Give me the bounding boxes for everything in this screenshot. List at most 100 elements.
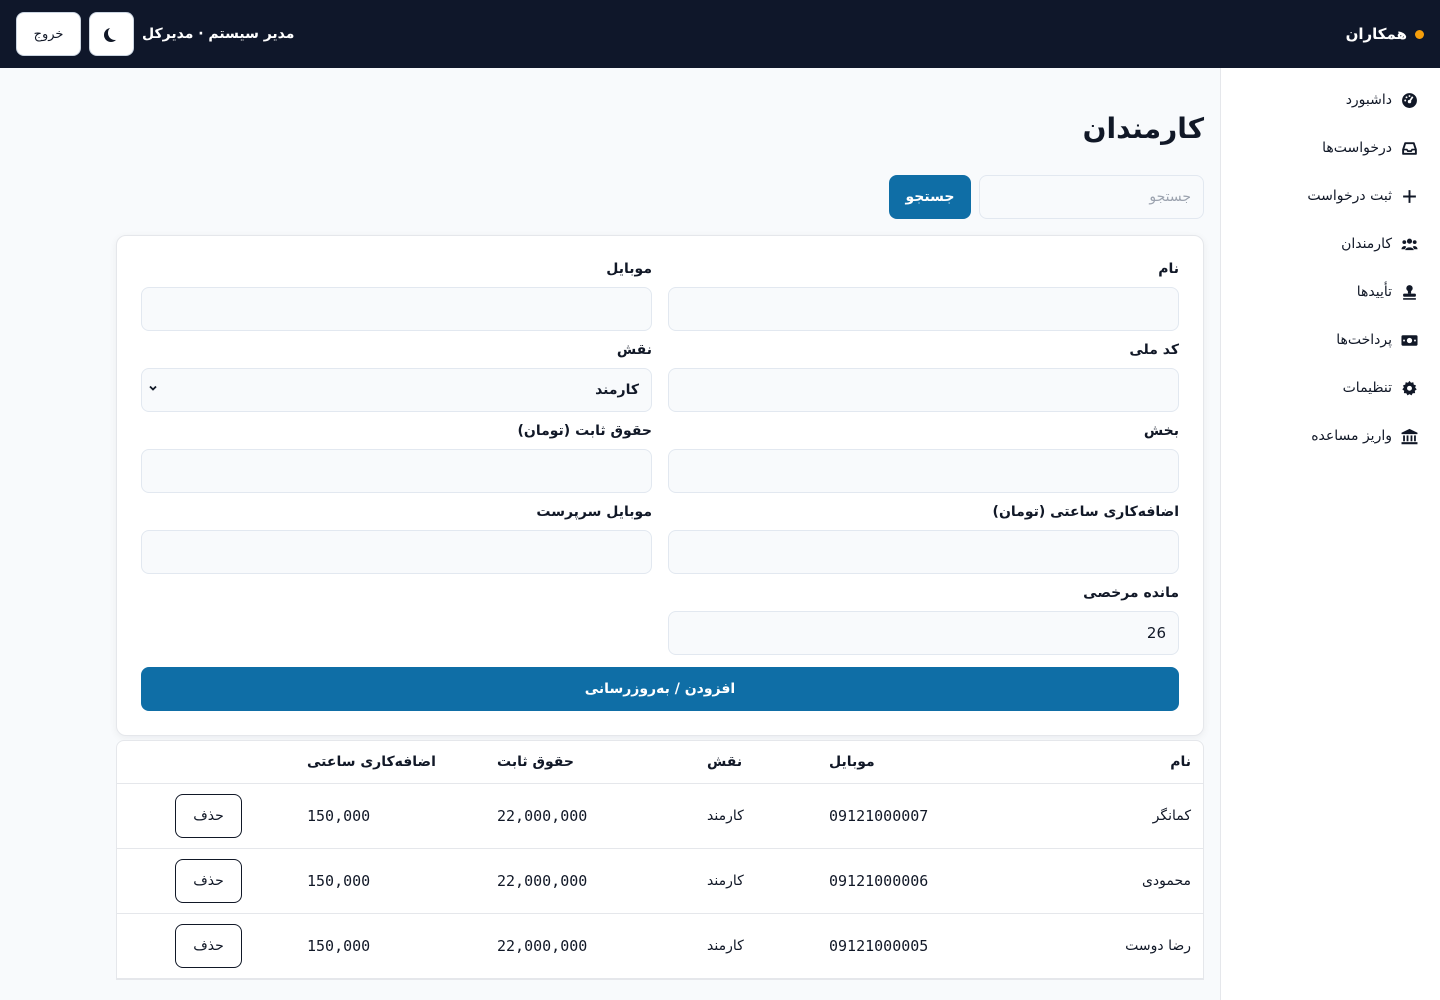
sidebar: داشبورد درخواست‌ها ثبت درخواست کارمندان … (1220, 68, 1440, 1000)
submit-button[interactable]: افزودن / به‌روزرسانی (141, 667, 1179, 711)
delete-button[interactable]: حذف (175, 858, 242, 903)
sidebar-item-label: تأییدها (1356, 284, 1392, 300)
search-bar: جستجو (116, 175, 1204, 219)
supervisor-mobile-input[interactable] (141, 530, 652, 574)
mobile-field: موبایل (141, 260, 652, 331)
cell-actions: حذف (117, 783, 295, 849)
cell-overtime: 150,000 (295, 913, 485, 979)
sidebar-item-label: پرداخت‌ها (1336, 332, 1392, 348)
table-row: کمانگر 09121000007 کارمند 22,000,000 150… (117, 783, 1203, 849)
inbox-icon (1400, 139, 1418, 157)
mobile-input[interactable] (141, 287, 652, 331)
users-icon (1400, 235, 1418, 253)
brand-dot-icon (1415, 29, 1424, 39)
salary-input[interactable] (141, 449, 652, 493)
user-label: مدیر سیستم · مدیرکل (142, 26, 295, 42)
leave-field: مانده مرخصی (668, 584, 1179, 655)
chevron-down-icon (149, 385, 157, 391)
sidebar-item-settings[interactable]: تنظیمات (1221, 364, 1440, 412)
sidebar-item-label: واریز مساعده (1311, 428, 1392, 444)
national-id-input[interactable] (668, 368, 1179, 412)
cell-salary: 22,000,000 (485, 913, 695, 979)
cell-salary: 22,000,000 (485, 783, 695, 849)
cell-overtime: 150,000 (295, 848, 485, 914)
sidebar-item-label: تنظیمات (1342, 380, 1392, 396)
department-input[interactable] (668, 449, 1179, 493)
delete-button[interactable]: حذف (175, 923, 242, 968)
top-bar: همکاران مدیر سیستم · مدیرکل خروج (0, 0, 1440, 68)
name-field: نام (668, 260, 1179, 331)
header-name: نام (1027, 741, 1203, 784)
national-id-label: کد ملی (1129, 342, 1179, 358)
cell-actions: حذف (117, 848, 295, 914)
sidebar-item-requests[interactable]: درخواست‌ها (1221, 124, 1440, 172)
bank-icon (1400, 427, 1418, 445)
gear-icon (1400, 379, 1418, 397)
brand-name: همکاران (1345, 25, 1407, 43)
salary-field: حقوق ثابت (تومان) (141, 422, 652, 493)
department-label: بخش (1143, 423, 1179, 439)
role-label: نقش (616, 342, 652, 358)
name-label: نام (1158, 261, 1179, 277)
header-role: نقش (695, 741, 817, 784)
header-mobile: موبایل (817, 741, 1027, 784)
overtime-input[interactable] (668, 530, 1179, 574)
cell-role: کارمند (695, 783, 817, 849)
sidebar-item-advance-deposit[interactable]: واریز مساعده (1221, 412, 1440, 460)
header-actions (117, 741, 295, 784)
cell-mobile: 09121000006 (817, 848, 1027, 914)
header-salary: حقوق ثابت (485, 741, 695, 784)
sidebar-item-label: درخواست‌ها (1322, 140, 1392, 156)
department-field: بخش (668, 422, 1179, 493)
salary-label: حقوق ثابت (تومان) (517, 423, 652, 439)
supervisor-mobile-label: موبایل سرپرست (536, 504, 652, 520)
cell-mobile: 09121000007 (817, 783, 1027, 849)
cell-overtime: 150,000 (295, 783, 485, 849)
cell-name: رضا دوست (1027, 913, 1203, 979)
main-content: کارمندان جستجو نام موبایل کد ملی نقش کار… (116, 68, 1204, 980)
cell-actions: حذف (117, 913, 295, 979)
role-field: نقش کارمند (141, 341, 652, 412)
brand[interactable]: همکاران (1346, 25, 1424, 43)
sidebar-item-label: ثبت درخواست (1307, 188, 1392, 204)
stamp-icon (1400, 283, 1418, 301)
sidebar-item-approvals[interactable]: تأییدها (1221, 268, 1440, 316)
user-controls: مدیر سیستم · مدیرکل خروج (16, 12, 294, 56)
search-input[interactable] (979, 175, 1204, 219)
national-id-field: کد ملی (668, 341, 1179, 412)
theme-toggle-button[interactable] (89, 12, 134, 56)
plus-icon (1400, 187, 1418, 205)
cell-name: کمانگر (1027, 783, 1203, 849)
leave-label: مانده مرخصی (1083, 585, 1179, 601)
logout-button[interactable]: خروج (16, 12, 81, 56)
sidebar-item-label: کارمندان (1341, 236, 1392, 252)
role-select[interactable]: کارمند (141, 368, 652, 412)
cell-salary: 22,000,000 (485, 848, 695, 914)
sidebar-item-dashboard[interactable]: داشبورد (1221, 76, 1440, 124)
sidebar-item-new-request[interactable]: ثبت درخواست (1221, 172, 1440, 220)
cell-role: کارمند (695, 848, 817, 914)
employee-form: نام موبایل کد ملی نقش کارمند بخش حقوق ثا… (116, 235, 1204, 736)
sidebar-item-employees[interactable]: کارمندان (1221, 220, 1440, 268)
supervisor-mobile-field: موبایل سرپرست (141, 503, 652, 574)
employees-table: نام موبایل نقش حقوق ثابت اضافه‌کاری ساعت… (116, 740, 1204, 980)
cell-role: کارمند (695, 913, 817, 979)
sidebar-item-label: داشبورد (1345, 92, 1392, 108)
money-icon (1400, 331, 1418, 349)
name-input[interactable] (668, 287, 1179, 331)
role-select-value: کارمند (141, 368, 652, 412)
mobile-label: موبایل (606, 261, 652, 277)
cell-mobile: 09121000005 (817, 913, 1027, 979)
delete-button[interactable]: حذف (175, 793, 242, 838)
moon-icon (108, 26, 122, 40)
search-button[interactable]: جستجو (889, 175, 971, 219)
cell-name: محمودی (1027, 848, 1203, 914)
table-row: رضا دوست 09121000005 کارمند 22,000,000 1… (117, 913, 1203, 979)
sidebar-item-payments[interactable]: پرداخت‌ها (1221, 316, 1440, 364)
page-title: کارمندان (1082, 112, 1204, 145)
table-header-row: نام موبایل نقش حقوق ثابت اضافه‌کاری ساعت… (117, 741, 1203, 784)
table-row: محمودی 09121000006 کارمند 22,000,000 150… (117, 848, 1203, 914)
overtime-field: اضافه‌کاری ساعتی (تومان) (668, 503, 1179, 574)
gauge-icon (1400, 91, 1418, 109)
leave-input[interactable] (668, 611, 1179, 655)
